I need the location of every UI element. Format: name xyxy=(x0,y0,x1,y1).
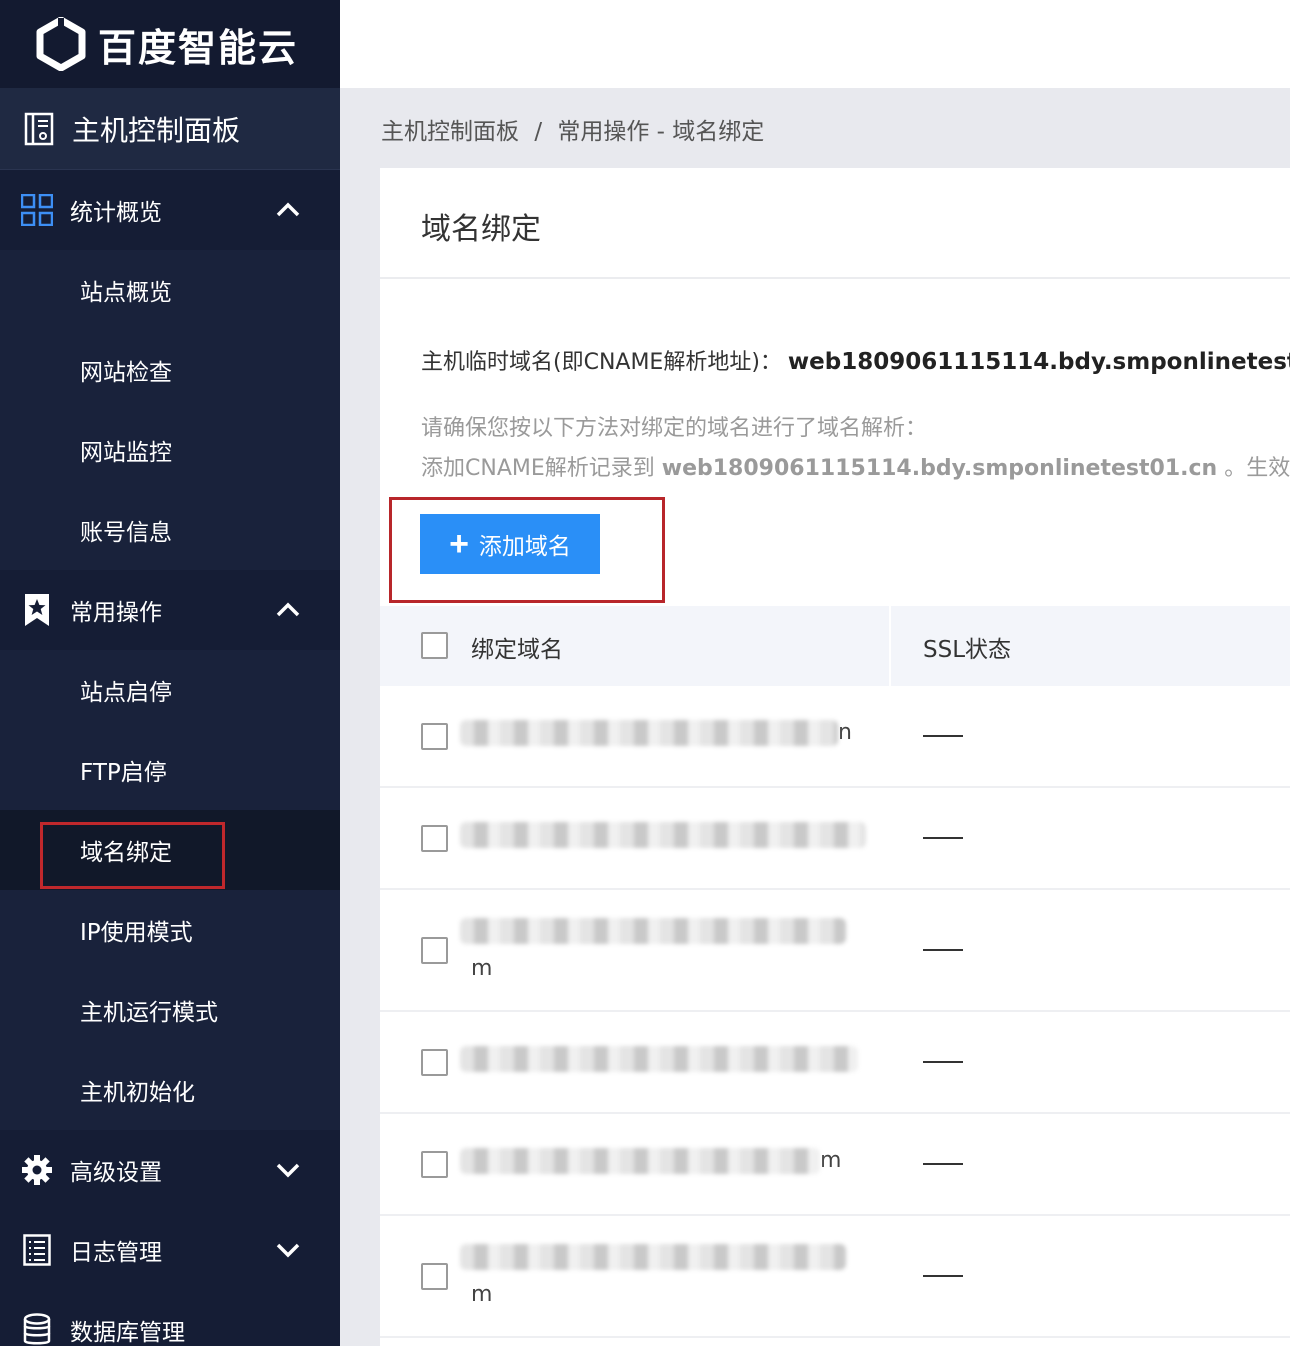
hint-prefix: 添加CNAME解析记录到 xyxy=(421,456,662,481)
sidebar-section-stats[interactable]: 统计概览 xyxy=(0,170,340,250)
sidebar-item-ip-mode[interactable]: IP使用模式 xyxy=(0,890,340,970)
redacted-text xyxy=(460,720,838,746)
bound-domain[interactable]: m xyxy=(460,1148,841,1174)
hint-suffix: 。生效 xyxy=(1217,456,1290,481)
sidebar-item-site-monitor[interactable]: 网站监控 xyxy=(0,410,340,490)
table-row xyxy=(380,788,1290,890)
chevron-up-icon xyxy=(276,602,300,617)
list-icon xyxy=(20,1233,54,1267)
column-divider xyxy=(889,606,891,686)
table-row: n xyxy=(380,686,1290,788)
breadcrumb-root[interactable]: 主机控制面板 xyxy=(381,119,519,145)
top-bar xyxy=(340,0,1290,88)
sidebar-item-host-run-mode[interactable]: 主机运行模式 xyxy=(0,970,340,1050)
sidebar-submenu-stats: 站点概览 网站检查 网站监控 账号信息 xyxy=(0,250,340,570)
cname-info: 主机临时域名(即CNAME解析地址)： web1809061115114.bdy.… xyxy=(421,344,1290,376)
cname-label: 主机临时域名(即CNAME解析地址)： xyxy=(421,350,782,375)
sidebar-submenu-common-ops: 站点启停 FTP启停 域名绑定 IP使用模式 主机运行模式 主机初始化 xyxy=(0,650,340,1130)
table-header: 绑定域名 SSL状态 xyxy=(380,606,1290,686)
chevron-down-icon xyxy=(276,1163,300,1178)
sidebar-section-common-ops[interactable]: 常用操作 xyxy=(0,570,340,650)
sidebar-item-site-overview[interactable]: 站点概览 xyxy=(0,250,340,330)
breadcrumb: 主机控制面板 / 常用操作 - 域名绑定 xyxy=(381,112,772,146)
bookmark-star-icon xyxy=(20,593,54,627)
bound-domain[interactable] xyxy=(460,918,846,944)
ssl-status-empty xyxy=(923,1061,963,1063)
cname-value: web1809061115114.bdy.smponlinetest0 xyxy=(787,349,1290,375)
ssl-status-empty xyxy=(923,1163,963,1165)
sidebar-section-label: 数据库管理 xyxy=(70,1320,185,1346)
divider xyxy=(380,277,1290,279)
grid-icon xyxy=(20,193,54,227)
bound-domain[interactable]: n xyxy=(460,720,852,746)
redacted-text xyxy=(460,1244,846,1270)
sidebar-item-site-check[interactable]: 网站检查 xyxy=(0,330,340,410)
bound-domain-line2: m xyxy=(471,1282,493,1307)
sidebar-item-ftp-start-stop[interactable]: FTP启停 xyxy=(0,730,340,810)
panel-header[interactable]: 主机控制面板 xyxy=(0,88,340,170)
sidebar-section-label: 常用操作 xyxy=(70,600,162,626)
highlight-box xyxy=(389,497,665,603)
cname-record-hint: 添加CNAME解析记录到 web1809061115114.bdy.smponl… xyxy=(421,450,1290,482)
redacted-text xyxy=(460,1148,820,1174)
sidebar-section-label: 日志管理 xyxy=(70,1240,162,1266)
domain-binding-card: 域名绑定 主机临时域名(即CNAME解析地址)： web1809061115114… xyxy=(380,168,1290,1346)
table-row: m xyxy=(380,1114,1290,1216)
sidebar-item-host-init[interactable]: 主机初始化 xyxy=(0,1050,340,1130)
redacted-text xyxy=(460,822,866,848)
bound-domain[interactable] xyxy=(460,1046,858,1072)
sidebar-section-label: 统计概览 xyxy=(70,200,162,226)
sidebar-item-domain-binding[interactable]: 域名绑定 xyxy=(0,810,340,890)
sidebar-item-site-start-stop[interactable]: 站点启停 xyxy=(0,650,340,730)
ssl-status-empty xyxy=(923,837,963,839)
bound-domain-line2: m xyxy=(471,956,493,981)
table-row: m xyxy=(380,1216,1290,1338)
sidebar-section-advanced[interactable]: 高级设置 xyxy=(0,1130,340,1210)
baidu-cloud-logo-icon xyxy=(36,17,86,71)
breadcrumb-current: 常用操作 - 域名绑定 xyxy=(557,119,765,145)
hint-domain: web1809061115114.bdy.smponlinetest01.cn xyxy=(661,456,1218,481)
gear-icon xyxy=(20,1153,54,1187)
ssl-status-empty xyxy=(923,735,963,737)
table-row: m xyxy=(380,890,1290,1012)
row-checkbox[interactable] xyxy=(421,937,448,964)
database-icon xyxy=(20,1313,54,1346)
sidebar: 百度智能云 主机控制面板 统计概览 站点概览 网站检查 网站监控 账号信息 常用… xyxy=(0,0,340,1346)
redacted-text xyxy=(460,918,846,944)
sidebar-section-database[interactable]: 数据库管理 xyxy=(0,1290,340,1346)
table-row xyxy=(380,1012,1290,1114)
bound-domain[interactable] xyxy=(460,1244,846,1270)
resolve-hint: 请确保您按以下方法对绑定的域名进行了域名解析： xyxy=(421,416,928,441)
column-header-domain[interactable]: 绑定域名 xyxy=(471,630,563,664)
brand-logo[interactable]: 百度智能云 xyxy=(0,0,340,88)
sidebar-section-label: 高级设置 xyxy=(70,1160,162,1186)
row-checkbox[interactable] xyxy=(421,723,448,750)
breadcrumb-separator: / xyxy=(534,119,543,145)
highlight-box xyxy=(40,822,225,889)
column-header-ssl[interactable]: SSL状态 xyxy=(923,630,1011,664)
row-checkbox[interactable] xyxy=(421,1049,448,1076)
ssl-status-empty xyxy=(923,949,963,951)
chevron-down-icon xyxy=(276,1243,300,1258)
row-checkbox[interactable] xyxy=(421,1151,448,1178)
chevron-up-icon xyxy=(276,202,300,217)
sidebar-section-logs[interactable]: 日志管理 xyxy=(0,1210,340,1290)
sidebar-item-account-info[interactable]: 账号信息 xyxy=(0,490,340,570)
row-checkbox[interactable] xyxy=(421,1263,448,1290)
brand-name: 百度智能云 xyxy=(98,25,299,70)
server-panel-icon xyxy=(22,112,56,146)
bound-domain[interactable] xyxy=(460,822,866,848)
ssl-status-empty xyxy=(923,1275,963,1277)
redacted-text xyxy=(460,1046,858,1072)
select-all-checkbox[interactable] xyxy=(421,632,448,659)
panel-title: 主机控制面板 xyxy=(72,113,241,147)
row-checkbox[interactable] xyxy=(421,825,448,852)
page-title: 域名绑定 xyxy=(421,212,541,247)
